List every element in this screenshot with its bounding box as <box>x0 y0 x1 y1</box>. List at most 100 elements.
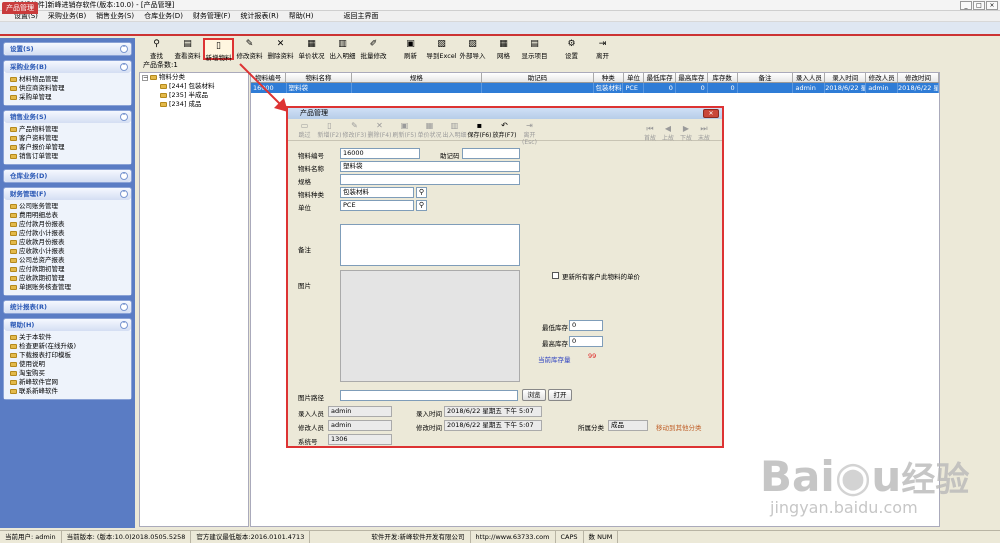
chevron-down-icon[interactable]: ˅ <box>120 63 128 71</box>
sidebar-group-header[interactable]: 统计报表(R) ˅ <box>4 301 131 313</box>
menu-finance[interactable]: 财务管理(F) <box>193 11 231 21</box>
tree-node[interactable]: [235] 半成品 <box>140 91 248 100</box>
sidebar-item[interactable]: 材料物品管理 <box>10 75 127 84</box>
sidebar-item[interactable]: 客户资料管理 <box>10 134 127 143</box>
sidebar-group-header[interactable]: 帮助(H) ˅ <box>4 319 131 331</box>
toolbar-button-binoculars[interactable]: ⚲ 查找 <box>141 38 172 61</box>
toolbar-button-columns[interactable]: ▤ 显示项目 <box>519 38 550 61</box>
browse-button[interactable]: 浏览 <box>522 389 546 401</box>
toolbar-button-exit[interactable]: ⇥ 离开 <box>587 38 618 61</box>
toolbar-button-import[interactable]: ▨ 外部导入 <box>457 38 488 61</box>
name-field[interactable]: 塑料袋 <box>340 161 520 172</box>
dialog-close-button[interactable]: ✕ <box>703 109 719 118</box>
column-header[interactable]: 物料名称 <box>286 73 352 82</box>
menu-home[interactable]: 返回主界面 <box>344 11 379 21</box>
sidebar-item[interactable]: 应收款期初管理 <box>10 274 127 283</box>
column-header[interactable]: 录入人员 <box>793 73 826 82</box>
sidebar-item[interactable]: 公司账务管理 <box>10 202 127 211</box>
toolbar-button-settings[interactable]: ⚙ 设置 <box>556 38 587 61</box>
update-price-checkbox[interactable] <box>552 272 559 279</box>
sidebar-item[interactable]: 单据账务核查管理 <box>10 283 127 292</box>
close-button[interactable]: × <box>986 1 998 10</box>
dialog-toolbar-button[interactable]: ↶ 放弃(F7) <box>492 119 517 140</box>
sidebar-item[interactable]: 应付款期初管理 <box>10 265 127 274</box>
spec-field[interactable] <box>340 174 520 185</box>
maximize-button[interactable]: □ <box>973 1 985 10</box>
sidebar-item[interactable]: 应收款小计报表 <box>10 247 127 256</box>
toolbar-button-grid[interactable]: ▦ 网格 <box>488 38 519 61</box>
mnemonic-field[interactable] <box>462 148 520 159</box>
sidebar-item[interactable]: 公司总资产报表 <box>10 256 127 265</box>
toolbar-button-excel[interactable]: ▧ 导到Excel <box>426 38 457 61</box>
unit-field[interactable]: PCE <box>340 200 414 211</box>
move-category-link[interactable]: 移动到其他分类 <box>656 422 702 432</box>
remark-field[interactable] <box>340 224 520 266</box>
sidebar-item[interactable]: 应收款月份报表 <box>10 238 127 247</box>
menu-warehouse[interactable]: 仓库业务(D) <box>144 11 183 21</box>
max-stock-field[interactable]: 0 <box>569 336 603 347</box>
column-header[interactable]: 助记码 <box>482 73 594 82</box>
sidebar-item[interactable]: 联系新峰软件 <box>10 387 127 396</box>
chevron-down-icon[interactable]: ˅ <box>120 190 128 198</box>
sidebar-group-header[interactable]: 设置(S) ˅ <box>4 43 131 55</box>
minimize-button[interactable]: _ <box>960 1 972 10</box>
code-field[interactable]: 16000 <box>340 148 420 159</box>
sidebar-group-header[interactable]: 采购业务(B) ˅ <box>4 61 131 73</box>
chevron-down-icon[interactable]: ˅ <box>120 303 128 311</box>
sidebar-item[interactable]: 产品物料管理 <box>10 125 127 134</box>
sidebar-item[interactable]: 检查更新(在线升级) <box>10 342 127 351</box>
category-field[interactable]: 包装材料 <box>340 187 414 198</box>
sidebar-item[interactable]: 供应商资料管理 <box>10 84 127 93</box>
sidebar-item[interactable]: 新峰软件官网 <box>10 378 127 387</box>
sidebar-group-header[interactable]: 销售业务(S) ˅ <box>4 111 131 123</box>
column-header[interactable]: 种类 <box>594 73 624 82</box>
toolbar-button-delete[interactable]: ✕ 删除资料 <box>265 38 296 61</box>
open-button[interactable]: 打开 <box>548 389 572 401</box>
column-header[interactable]: 修改时间 <box>898 73 939 82</box>
category-search-icon[interactable]: ⚲ <box>416 187 427 198</box>
sidebar-item[interactable]: 采购单管理 <box>10 93 127 102</box>
menu-purchase[interactable]: 采购业务(B) <box>48 11 86 21</box>
toolbar-button-edit[interactable]: ✎ 修改资料 <box>234 38 265 61</box>
column-header[interactable]: 单位 <box>624 73 645 82</box>
collapse-icon[interactable]: − <box>142 74 148 81</box>
sidebar-item[interactable]: 应付款月份报表 <box>10 220 127 229</box>
menu-sales[interactable]: 销售业务(S) <box>96 11 134 21</box>
image-box[interactable] <box>340 270 520 382</box>
unit-search-icon[interactable]: ⚲ <box>416 200 427 211</box>
column-header[interactable]: 最高库存 <box>676 73 708 82</box>
column-header[interactable]: 备注 <box>738 73 794 82</box>
toolbar-button-detail[interactable]: ▥ 出入明细 <box>327 38 358 61</box>
menu-help[interactable]: 帮助(H) <box>289 11 314 21</box>
chevron-down-icon[interactable]: ˅ <box>120 172 128 180</box>
column-header[interactable]: 最低库存 <box>644 73 676 82</box>
column-header[interactable]: 录入时间 <box>825 73 867 82</box>
dialog-toolbar-button[interactable]: ▪ 保存(F6) <box>467 119 492 140</box>
sidebar-group-header[interactable]: 财务管理(F) ˅ <box>4 188 131 200</box>
chevron-down-icon[interactable]: ˅ <box>120 45 128 53</box>
tree-node[interactable]: [244] 包装材料 <box>140 82 248 91</box>
sidebar-item[interactable]: 关于本软件 <box>10 333 127 342</box>
sidebar-group-header[interactable]: 仓库业务(D) ˅ <box>4 170 131 182</box>
sidebar-item[interactable]: 淘宝购买 <box>10 369 127 378</box>
tree-root[interactable]: − 物料分类 <box>140 73 248 82</box>
sidebar-item[interactable]: 使用说明 <box>10 360 127 369</box>
min-stock-field[interactable]: 0 <box>569 320 603 331</box>
menu-reports[interactable]: 统计报表(R) <box>240 11 278 21</box>
image-path-field[interactable] <box>340 390 518 401</box>
sidebar-item[interactable]: 费用明细总表 <box>10 211 127 220</box>
toolbar-button-new-file[interactable]: ▯ 新增物料 <box>203 38 234 62</box>
sidebar-item[interactable]: 销售订单管理 <box>10 152 127 161</box>
toolbar-button-price[interactable]: ▦ 单价状况 <box>296 38 327 61</box>
tab-product-management[interactable]: 产品管理 <box>2 2 38 14</box>
chevron-down-icon[interactable]: ˅ <box>120 321 128 329</box>
sidebar-item[interactable]: 应付款小计报表 <box>10 229 127 238</box>
column-header[interactable]: 修改人员 <box>866 73 898 82</box>
tree-node[interactable]: [234] 成品 <box>140 100 248 109</box>
column-header[interactable]: 库存数 <box>708 73 738 82</box>
toolbar-button-refresh[interactable]: ▣ 刷新 <box>395 38 426 61</box>
chevron-down-icon[interactable]: ˅ <box>120 113 128 121</box>
column-header[interactable]: 规格 <box>352 73 483 82</box>
toolbar-button-batch-edit[interactable]: ✐ 批量修改 <box>358 38 389 61</box>
sidebar-item[interactable]: 下载报表打印模板 <box>10 351 127 360</box>
